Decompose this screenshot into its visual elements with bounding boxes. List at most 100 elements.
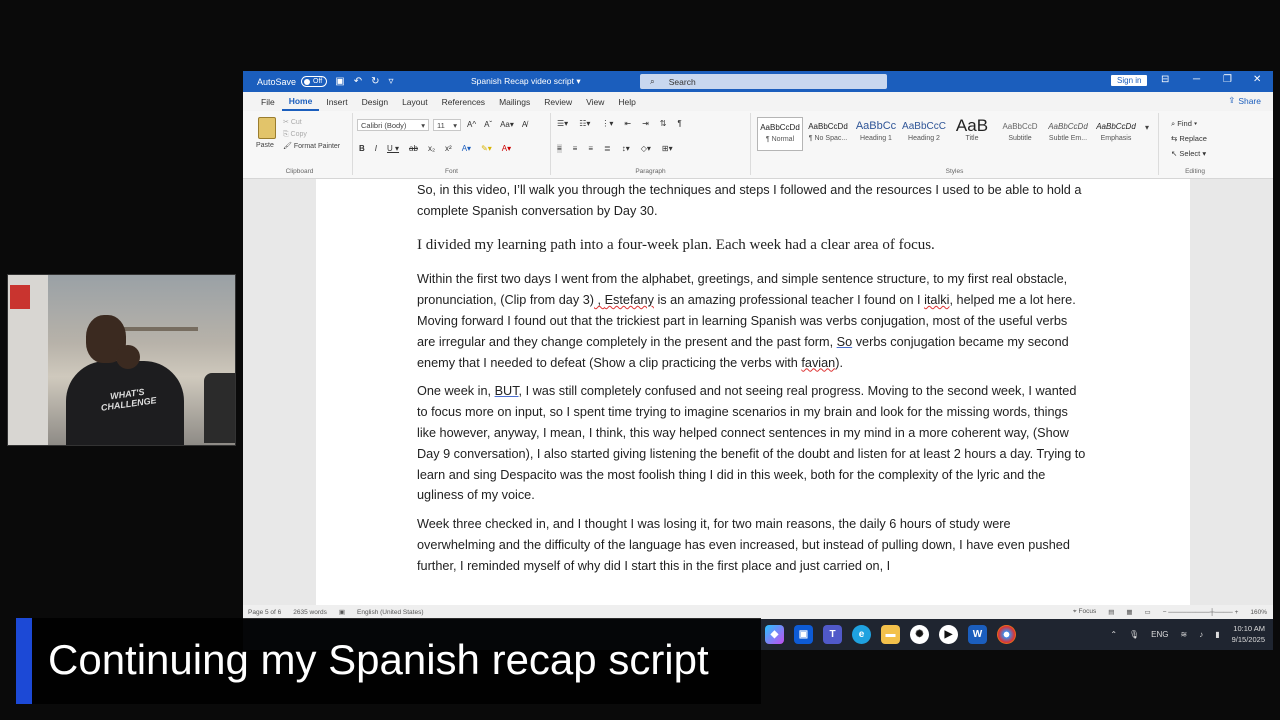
print-layout-icon[interactable]: ▦ xyxy=(1126,608,1132,616)
font-family-select[interactable]: Calibri (Body) ▾ xyxy=(357,119,429,131)
cut-button[interactable]: ✂ Cut xyxy=(283,117,340,129)
paragraph-heading[interactable]: I divided my learning path into a four-w… xyxy=(417,235,1089,256)
style-subtitle[interactable]: AaBbCcD Subtitle xyxy=(997,117,1043,151)
font-color-icon[interactable]: A▾ xyxy=(502,144,511,153)
tab-review[interactable]: Review xyxy=(537,92,579,111)
grow-font-icon[interactable]: A^ xyxy=(467,120,476,129)
wifi-icon[interactable]: ≋ xyxy=(1181,630,1188,639)
sign-in-button[interactable]: Sign in xyxy=(1111,75,1148,86)
chrome-icon[interactable] xyxy=(997,625,1016,644)
styles-more-icon[interactable]: ▾ xyxy=(1145,123,1149,132)
tab-mailings[interactable]: Mailings xyxy=(492,92,537,111)
edge-icon[interactable]: e xyxy=(852,625,871,644)
language-indicator[interactable]: English (United States) xyxy=(357,609,423,616)
customize-qat-icon[interactable]: ▿ xyxy=(388,76,393,87)
align-center-icon[interactable]: ≡ xyxy=(573,144,578,153)
bullets-icon[interactable]: ☰▾ xyxy=(557,119,568,128)
tab-design[interactable]: Design xyxy=(355,92,395,111)
tab-file[interactable]: File xyxy=(254,92,282,111)
sort-icon[interactable]: ⇅ xyxy=(660,119,667,128)
tab-home[interactable]: Home xyxy=(281,92,320,111)
multilevel-list-icon[interactable]: ⋮▾ xyxy=(601,119,613,128)
change-case-icon[interactable]: Aa▾ xyxy=(500,120,514,129)
paragraph-2[interactable]: Within the first two days I went from th… xyxy=(417,269,1089,373)
document-page[interactable]: So, in this video, I’ll walk you through… xyxy=(316,179,1190,605)
underline-icon[interactable]: U ▾ xyxy=(387,144,399,153)
tab-layout[interactable]: Layout xyxy=(395,92,435,111)
font-size-select[interactable]: 11 ▾ xyxy=(433,119,461,131)
word-count[interactable]: 2635 words xyxy=(293,609,327,616)
text-effects-icon[interactable]: A▾ xyxy=(462,144,471,153)
clock[interactable]: 10:10 AM 9/15/2025 xyxy=(1232,623,1265,645)
teams-icon[interactable]: T xyxy=(823,625,842,644)
microphone-icon[interactable]: 🎙 xyxy=(1129,630,1139,639)
zoom-slider[interactable]: − ─────────┼──── + xyxy=(1163,609,1239,616)
document-title[interactable]: Spanish Recap video script ▾ xyxy=(471,76,581,87)
autosave-toggle[interactable]: Off xyxy=(301,76,328,87)
read-mode-icon[interactable]: ▤ xyxy=(1108,608,1114,616)
select-button[interactable]: ↖ Select ▾ xyxy=(1171,146,1207,161)
store-icon[interactable]: ▣ xyxy=(794,625,813,644)
superscript-icon[interactable]: x² xyxy=(445,144,452,153)
style-title[interactable]: AaB Title xyxy=(949,116,995,151)
style-normal[interactable]: AaBbCcDd ¶ Normal xyxy=(757,117,803,151)
word-icon[interactable]: W xyxy=(968,625,987,644)
save-icon[interactable]: ▣ xyxy=(335,76,344,87)
numbering-icon[interactable]: ☷▾ xyxy=(579,119,590,128)
paste-button[interactable]: Paste xyxy=(256,142,274,149)
web-layout-icon[interactable]: ▭ xyxy=(1145,608,1151,616)
format-painter-button[interactable]: 🖌 Format Painter xyxy=(283,141,340,153)
paragraph-1[interactable]: So, in this video, I’ll walk you through… xyxy=(417,180,1089,222)
style-emphasis[interactable]: AaBbCcDd Emphasis xyxy=(1093,117,1139,151)
proofing-icon[interactable]: ▣ xyxy=(339,608,345,616)
copilot-icon[interactable]: ◆ xyxy=(765,625,784,644)
paragraph-3[interactable]: One week in, BUT, I was still completely… xyxy=(417,381,1089,506)
justify-icon[interactable]: ≣ xyxy=(604,144,611,153)
decrease-indent-icon[interactable]: ⇤ xyxy=(624,119,631,128)
style-heading-2[interactable]: AaBbCcC Heading 2 xyxy=(901,117,947,151)
style-heading-1[interactable]: AaBbCc Heading 1 xyxy=(853,117,899,151)
maximize-icon[interactable]: ❐ xyxy=(1223,74,1232,85)
paragraph-4[interactable]: Week three checked in, and I thought I w… xyxy=(417,514,1089,576)
file-explorer-icon[interactable]: ▬ xyxy=(881,625,900,644)
align-right-icon[interactable]: ≡ xyxy=(588,144,593,153)
style-subtle-emphasis[interactable]: AaBbCcDd Subtle Em... xyxy=(1045,117,1091,151)
zoom-level[interactable]: 160% xyxy=(1250,609,1267,616)
paste-icon[interactable] xyxy=(258,117,276,139)
tab-view[interactable]: View xyxy=(579,92,611,111)
focus-button[interactable]: ⌖ Focus xyxy=(1073,608,1096,616)
clear-formatting-icon[interactable]: A̸ xyxy=(522,120,527,129)
strikethrough-icon[interactable]: ab xyxy=(409,144,418,153)
highlight-icon[interactable]: ✎▾ xyxy=(481,144,492,153)
style-no-spacing[interactable]: AaBbCcDd ¶ No Spac... xyxy=(805,117,851,151)
copy-button[interactable]: ⎘ Copy xyxy=(283,129,340,141)
subscript-icon[interactable]: x₂ xyxy=(428,144,435,153)
tab-references[interactable]: References xyxy=(435,92,492,111)
page-count[interactable]: Page 5 of 6 xyxy=(248,609,281,616)
tab-insert[interactable]: Insert xyxy=(319,92,354,111)
find-button[interactable]: ⌕ Find ▾ xyxy=(1171,116,1207,131)
close-icon[interactable]: ✕ xyxy=(1253,74,1261,85)
chatgpt-icon[interactable]: ✺ xyxy=(910,625,929,644)
tab-help[interactable]: Help xyxy=(611,92,642,111)
align-left-icon[interactable]: ≡ xyxy=(557,144,562,153)
replace-button[interactable]: ⇆ Replace xyxy=(1171,131,1207,146)
battery-icon[interactable]: ▮ xyxy=(1215,630,1219,639)
increase-indent-icon[interactable]: ⇥ xyxy=(642,119,649,128)
volume-icon[interactable]: ♪ xyxy=(1199,630,1203,639)
show-marks-icon[interactable]: ¶ xyxy=(678,119,682,128)
shading-icon[interactable]: ◇▾ xyxy=(641,144,651,153)
input-language[interactable]: ENG xyxy=(1151,630,1168,639)
share-button[interactable]: ⇪ Share xyxy=(1228,95,1261,106)
media-player-icon[interactable]: ▶ xyxy=(939,625,958,644)
tray-overflow-icon[interactable]: ⌃ xyxy=(1110,630,1117,639)
ribbon-display-icon[interactable]: ⊟ xyxy=(1161,74,1169,85)
undo-icon[interactable]: ↶ xyxy=(354,76,362,87)
redo-icon[interactable]: ↻ xyxy=(371,76,379,87)
line-spacing-icon[interactable]: ↕▾ xyxy=(622,144,630,153)
shrink-font-icon[interactable]: Aˇ xyxy=(484,120,492,129)
italic-icon[interactable]: I xyxy=(375,144,377,153)
autosave-control[interactable]: AutoSave Off xyxy=(257,76,328,87)
search-box[interactable]: ⌕ Search xyxy=(640,74,887,89)
borders-icon[interactable]: ⊞▾ xyxy=(662,144,673,153)
